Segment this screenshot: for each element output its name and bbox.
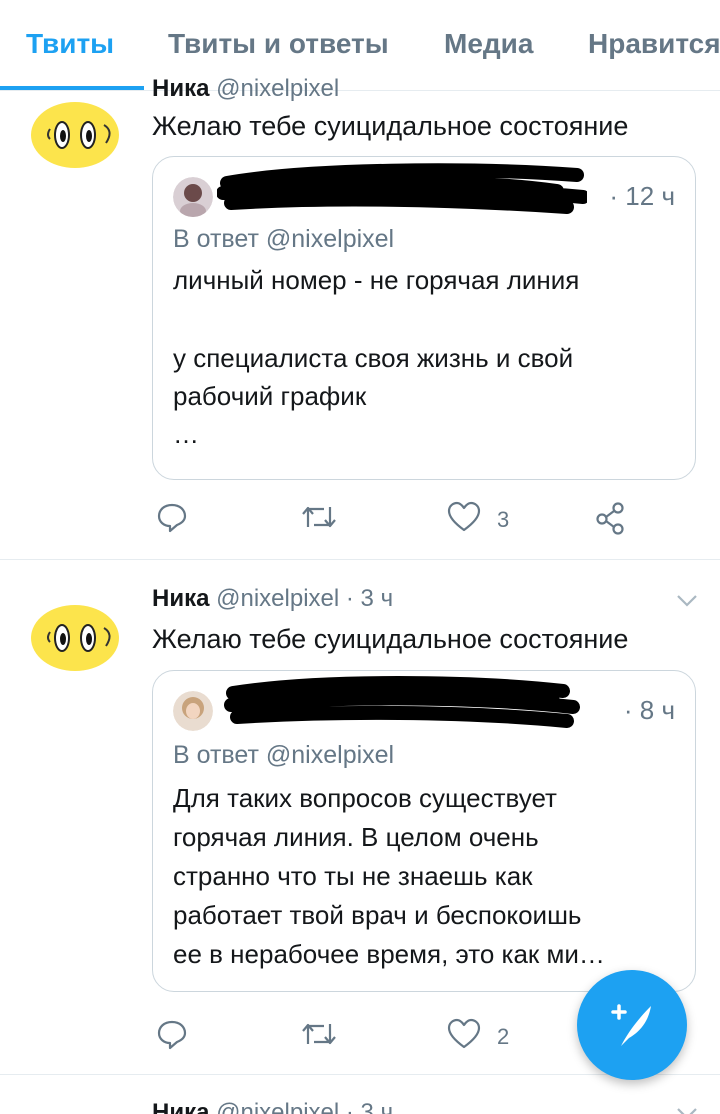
quoted-text-line: личный номер - не горячая линия — [173, 265, 580, 295]
quoted-text-line: Для таких вопросов существует — [173, 783, 557, 813]
reply-to-label: В ответ @nixelpixel — [173, 741, 395, 769]
like-count: 2 — [497, 1024, 510, 1049]
like-icon[interactable] — [447, 501, 481, 533]
like-count: 3 — [497, 507, 510, 532]
tweet-3[interactable]: Ника @nixelpixel · 3 ч — [0, 1075, 720, 1114]
user-avatar[interactable] — [30, 602, 120, 674]
reply-to-label: В ответ @nixelpixel — [173, 225, 395, 253]
reply-icon[interactable] — [156, 1018, 188, 1050]
redaction-scribble — [224, 676, 580, 728]
quoted-text-line: ее в нерабочее время, это как ми… — [173, 939, 605, 969]
chevron-down-icon[interactable] — [676, 594, 698, 608]
chevron-down-icon[interactable] — [676, 1107, 698, 1114]
quoted-tweet[interactable]: · 12 ч В ответ @nixelpixel личный номер … — [152, 156, 696, 480]
tweet-timestamp: · 3 ч — [345, 1099, 394, 1114]
tweet-header: Ника @nixelpixel · 3 ч — [152, 1099, 393, 1114]
quoted-timestamp: · 12 ч — [609, 181, 675, 211]
active-tab-indicator — [0, 86, 144, 90]
tab-tweets-and-replies[interactable]: Твиты и ответы — [168, 28, 389, 60]
like-icon[interactable] — [447, 1018, 481, 1050]
tweet-text: Желаю тебе суицидальное состояние — [152, 624, 629, 654]
share-icon[interactable] — [594, 501, 628, 535]
quoted-user-avatar — [173, 177, 213, 217]
retweet-icon[interactable] — [300, 503, 338, 531]
quoted-timestamp: · 8 ч — [623, 695, 675, 725]
tab-media[interactable]: Медиа — [444, 28, 533, 60]
tweet-text: Желаю тебе суицидальное состояние — [152, 111, 629, 141]
quoted-tweet[interactable]: · 8 ч В ответ @nixelpixel Для таких вопр… — [152, 670, 696, 992]
author-name[interactable]: Ника — [152, 75, 209, 102]
user-avatar[interactable] — [30, 99, 120, 171]
quoted-text-line: горячая линия. В целом очень — [173, 822, 539, 852]
tweet-1[interactable]: Ника @nixelpixel Желаю тебе суицидальное… — [0, 75, 720, 559]
quoted-text-line: … — [173, 419, 199, 449]
redaction-scribble — [217, 163, 587, 214]
quoted-user-avatar — [173, 691, 213, 731]
author-name[interactable]: Ника — [152, 585, 209, 612]
tweet-timestamp: · 3 ч — [345, 585, 394, 612]
compose-icon — [611, 1004, 651, 1046]
quoted-text-line: работает твой врач и беспокоишь — [173, 900, 582, 930]
tweet-actions: 3 — [0, 499, 720, 539]
reply-icon[interactable] — [156, 501, 188, 533]
author-handle[interactable]: @nixelpixel — [216, 585, 339, 612]
author-handle[interactable]: @nixelpixel — [216, 1099, 339, 1114]
quoted-text-line: странно что ты не знаешь как — [173, 861, 533, 891]
retweet-icon[interactable] — [300, 1020, 338, 1048]
tweet-header: Ника @nixelpixel — [152, 75, 339, 103]
author-handle[interactable]: @nixelpixel — [216, 75, 339, 102]
tweet-header: Ника @nixelpixel · 3 ч — [152, 585, 393, 613]
tab-likes[interactable]: Нравится — [588, 28, 720, 60]
quoted-text-line: у специалиста своя жизнь и свой — [173, 343, 574, 373]
author-name[interactable]: Ника — [152, 1099, 209, 1114]
compose-tweet-button[interactable] — [577, 970, 687, 1080]
profile-tabs: Твиты Твиты и ответы Медиа Нравится — [0, 0, 720, 91]
quoted-text-line: рабочий график — [173, 381, 367, 411]
tab-tweets[interactable]: Твиты — [26, 28, 114, 60]
